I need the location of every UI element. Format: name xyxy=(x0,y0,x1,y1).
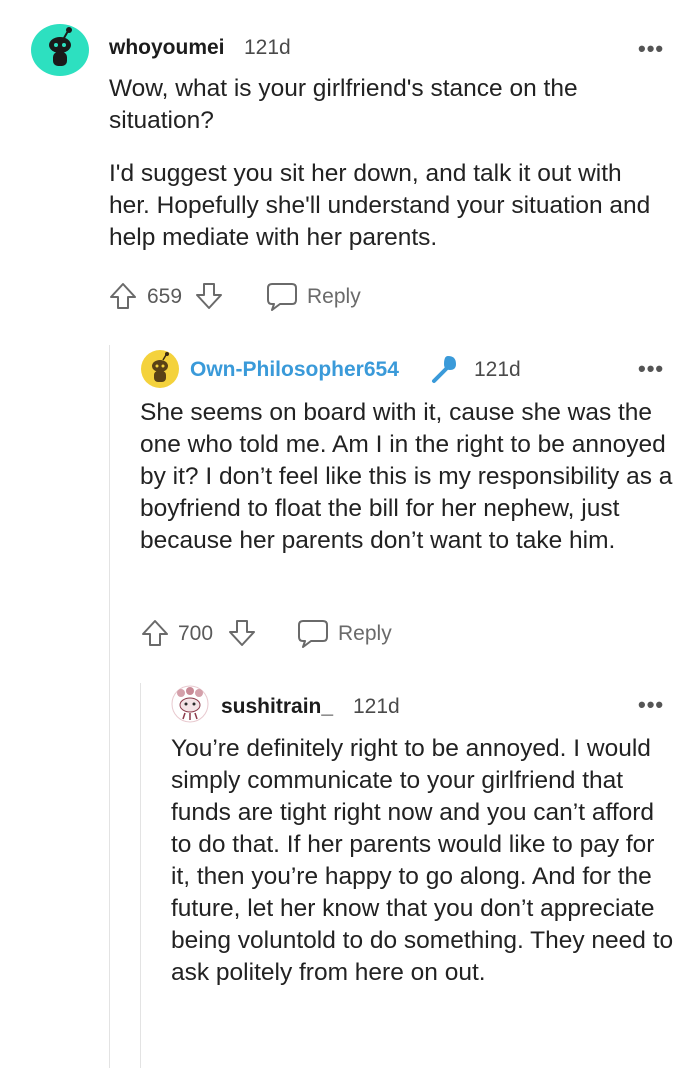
comment-age: 121d xyxy=(353,695,400,718)
downvote-arrow-icon[interactable] xyxy=(194,281,224,311)
comment-paragraph: I'd suggest you sit her down, and talk i… xyxy=(109,160,651,251)
comment-body: You’re definitely right to be annoyed. I… xyxy=(171,733,676,989)
comment-paragraph: Wow, what is your girlfriend's stance on… xyxy=(109,75,578,134)
comment-sushitrain: sushitrain_ 121d ••• You’re definitely r… xyxy=(141,675,700,1068)
comment-own-philosopher654: Own-Philosopher654 121d ••• She seems on… xyxy=(110,340,700,660)
more-options-button[interactable]: ••• xyxy=(638,692,664,718)
microphone-icon xyxy=(428,352,460,384)
comment-whoyoumei: whoyoumei 121d ••• Wow, what is your gir… xyxy=(0,0,700,320)
more-options-button[interactable]: ••• xyxy=(638,36,664,62)
snoo-avatar-icon xyxy=(141,350,179,388)
vote-count: 659 xyxy=(147,285,183,308)
reply-button[interactable]: Reply xyxy=(338,622,392,646)
upvote-arrow-icon[interactable] xyxy=(140,618,170,648)
downvote-arrow-icon[interactable] xyxy=(227,618,257,648)
comment-author-op[interactable]: Own-Philosopher654 xyxy=(190,358,399,382)
more-options-button[interactable]: ••• xyxy=(638,356,664,382)
avatar[interactable] xyxy=(141,350,179,388)
comment-age: 121d xyxy=(244,36,291,59)
vote-count: 700 xyxy=(178,622,214,645)
comment-paragraph: She seems on board with it, cause she wa… xyxy=(140,399,673,554)
snoo-avatar-icon xyxy=(171,685,209,723)
speech-bubble-icon[interactable] xyxy=(297,619,329,649)
comment-paragraph: You’re definitely right to be annoyed. I… xyxy=(171,735,674,986)
snoo-avatar-icon xyxy=(31,24,89,76)
avatar[interactable] xyxy=(31,24,89,76)
speech-bubble-icon[interactable] xyxy=(266,282,298,312)
comment-body: She seems on board with it, cause she wa… xyxy=(140,397,675,557)
avatar[interactable] xyxy=(171,685,209,723)
comment-body: Wow, what is your girlfriend's stance on… xyxy=(109,73,669,254)
comment-age: 121d xyxy=(474,358,521,381)
reply-button[interactable]: Reply xyxy=(307,285,361,309)
upvote-arrow-icon[interactable] xyxy=(108,281,138,311)
comment-author[interactable]: sushitrain_ xyxy=(221,695,333,719)
comment-author[interactable]: whoyoumei xyxy=(109,36,225,60)
